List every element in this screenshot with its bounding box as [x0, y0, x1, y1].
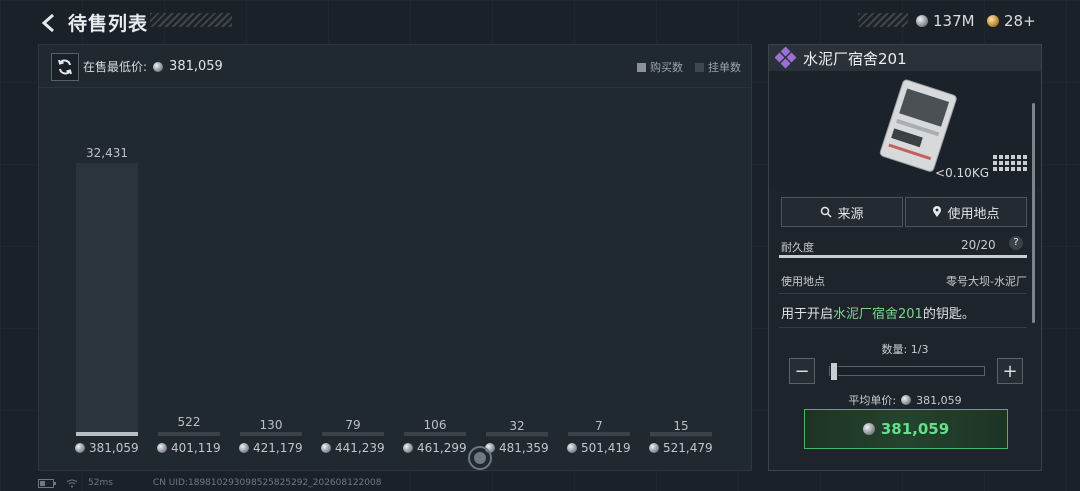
- order-bar: [240, 432, 302, 436]
- x-tick-label: 521,479: [649, 441, 713, 455]
- item-image-area: [769, 71, 1041, 189]
- x-tick-label: 441,239: [321, 441, 385, 455]
- price-distribution-panel: 在售最低价: 381,059 购买数 挂单数 32,431 381,059 522 4…: [38, 44, 752, 471]
- latency: 52ms: [88, 478, 113, 488]
- silver-coin-icon: [153, 61, 164, 72]
- chart-legend: 购买数 挂单数: [637, 59, 741, 75]
- item-grid-icon: [993, 155, 1027, 171]
- header-stripes: [150, 13, 232, 27]
- quantity-slider[interactable]: [829, 362, 985, 381]
- user-uid: CN UID:189810293098525825292_20260812200…: [152, 478, 382, 488]
- gold-currency[interactable]: 28+: [987, 12, 1036, 30]
- silver-coin-icon: [916, 15, 928, 27]
- order-bar: [404, 432, 466, 436]
- x-tick-label: 461,299: [403, 441, 467, 455]
- source-button-label: 来源: [837, 206, 864, 222]
- back-arrow-icon[interactable]: [38, 12, 60, 34]
- item-description: 用于开启水泥厂宿舍201的钥匙。: [781, 307, 975, 322]
- item-header: 水泥厂宿舍201: [769, 45, 1041, 71]
- bar-value-label: 15: [673, 418, 689, 433]
- min-price-row: 在售最低价: 381,059: [83, 58, 223, 75]
- silver-currency: 137M: [916, 12, 975, 30]
- durability-value: 20/20: [961, 238, 996, 252]
- order-bar: [322, 432, 384, 436]
- order-bar: [76, 432, 138, 436]
- x-tick-label: 401,119: [157, 441, 221, 455]
- bar-value-label: 32,431: [86, 146, 128, 160]
- silver-coin-icon: [321, 443, 331, 453]
- silver-coin-icon: [649, 443, 659, 453]
- avg-price-row: 平均单价: 381,059: [769, 392, 1041, 408]
- header-stripes-right: [858, 13, 908, 27]
- item-weight: <0.10KG: [935, 166, 989, 180]
- usage-location-button[interactable]: 使用地点: [905, 197, 1027, 227]
- divider: [779, 327, 1027, 328]
- scrollbar[interactable]: [1032, 103, 1035, 323]
- x-tick-label: 381,059: [75, 441, 139, 455]
- silver-coin-icon: [862, 423, 875, 435]
- status-footer: 52ms CN UID:189810293098525825292_202608…: [38, 478, 381, 488]
- home-indicator-button[interactable]: [468, 446, 492, 470]
- durability-bar: [779, 255, 1027, 258]
- rarity-diamond-icon: [775, 47, 797, 69]
- item-detail-panel: 水泥厂宿舍201 <0.10KG 来源 使用地点 耐久度 20/20 ? 使用地…: [768, 44, 1042, 471]
- gold-coin-icon: [987, 15, 999, 27]
- bar-value-label: 7: [595, 418, 603, 433]
- silver-coin-icon: [239, 443, 249, 453]
- bar-chart: 32,431 381,059 522 401,119 130 421,179 79 441,2…: [39, 87, 751, 471]
- description-highlight: 水泥厂宿舍201: [833, 307, 923, 322]
- bar-value-label: 522: [177, 414, 201, 429]
- location-pin-icon: [933, 206, 942, 217]
- legend-buy: 购买数: [637, 59, 683, 75]
- refresh-icon: [58, 59, 72, 75]
- bar-value-label: 106: [423, 418, 447, 433]
- x-tick-label: 501,419: [567, 441, 631, 455]
- min-price-value: 381,059: [169, 59, 223, 74]
- silver-currency-value: 137M: [933, 12, 975, 30]
- source-button[interactable]: 来源: [781, 197, 903, 227]
- min-price-label: 在售最低价:: [83, 60, 148, 74]
- location-value: 零号大坝-水泥厂: [946, 275, 1027, 288]
- page-title: 待售列表: [68, 13, 149, 35]
- help-icon[interactable]: ?: [1009, 236, 1023, 250]
- refresh-button[interactable]: [51, 53, 79, 81]
- legend-list: 挂单数: [695, 59, 741, 75]
- silver-coin-icon: [901, 395, 912, 405]
- durability-label: 耐久度: [781, 241, 814, 254]
- bar-value-label: 130: [259, 417, 283, 432]
- silver-coin-icon: [75, 443, 85, 453]
- wifi-icon: [66, 479, 78, 487]
- decrease-quantity-button[interactable]: −: [789, 358, 815, 384]
- avg-price-label: 平均单价:: [848, 394, 897, 407]
- buy-button-value: 381,059: [880, 420, 950, 438]
- increase-quantity-button[interactable]: +: [997, 358, 1023, 384]
- bar-value-label: 32: [509, 418, 525, 433]
- battery-icon: [38, 478, 56, 488]
- slider-handle[interactable]: [830, 362, 838, 381]
- silver-coin-icon: [403, 443, 413, 453]
- gold-currency-value: 28+: [1004, 12, 1036, 30]
- order-bar: [158, 432, 220, 436]
- silver-coin-icon: [157, 443, 167, 453]
- x-tick-label: 421,179: [239, 441, 303, 455]
- x-tick-label: 481,359: [485, 441, 549, 455]
- chart-bar[interactable]: [76, 163, 138, 436]
- usage-location-button-label: 使用地点: [947, 206, 1000, 222]
- divider: [779, 293, 1027, 294]
- buy-button[interactable]: 381,059: [804, 409, 1008, 449]
- quantity-label: 数量: 1/3: [881, 343, 929, 356]
- bar-value-label: 79: [345, 418, 361, 433]
- item-name: 水泥厂宿舍201: [803, 49, 907, 68]
- avg-price-value: 381,059: [916, 393, 962, 407]
- silver-coin-icon: [567, 443, 577, 453]
- location-label: 使用地点: [781, 275, 825, 288]
- search-icon: [821, 206, 833, 218]
